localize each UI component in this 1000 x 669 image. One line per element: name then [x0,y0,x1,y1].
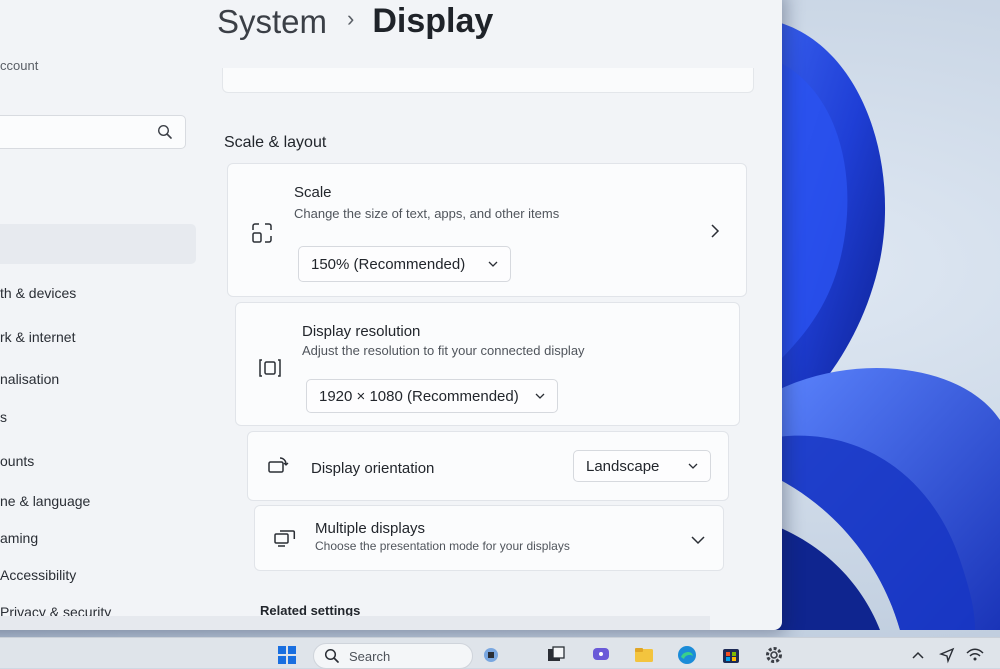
chevron-down-icon[interactable] [691,533,705,547]
orientation-title: Display orientation [311,460,435,477]
resolution-description: Adjust the resolution to fit your connec… [302,343,585,358]
chat-icon[interactable] [590,644,612,666]
page-title: Display [372,2,494,40]
search-icon [324,648,339,663]
breadcrumb-separator: › [347,5,355,31]
sidebar-item-system-selected[interactable] [0,224,196,264]
chevron-down-icon [488,261,498,267]
sidebar-item-bluetooth-devices[interactable]: th & devices [0,285,76,301]
orientation-icon [268,457,289,473]
resolution-dropdown-value: 1920 × 1080 (Recommended) [319,387,519,405]
sidebar-item-accounts[interactable]: ounts [0,453,34,469]
scale-icon [252,223,272,243]
resolution-icon [259,359,281,377]
sidebar-item-gaming[interactable]: aming [0,530,38,546]
wifi-icon[interactable] [965,644,985,666]
sidebar-item-network-internet[interactable]: rk & internet [0,329,75,345]
task-view-icon[interactable] [545,644,567,666]
chevron-right-icon[interactable] [708,224,722,238]
resolution-dropdown[interactable]: 1920 × 1080 (Recommended) [306,379,558,413]
multiple-displays-description: Choose the presentation mode for your di… [315,539,570,553]
brightness-card-partial [222,68,754,93]
sidebar-item-apps[interactable]: s [0,409,7,425]
sidebar-item-accessibility[interactable]: Accessibility [0,567,76,583]
chevron-down-icon [688,463,698,469]
resolution-card: Display resolution Adjust the resolution… [235,302,740,426]
orientation-card: Display orientation Landscape [247,431,729,501]
settings-search-input[interactable] [0,115,186,149]
orientation-dropdown[interactable]: Landscape [573,450,711,482]
edge-browser-icon[interactable] [676,644,698,666]
scale-description: Change the size of text, apps, and other… [294,206,560,221]
multiple-displays-title: Multiple displays [315,520,426,537]
search-icon [157,124,172,139]
settings-window: ccount th & devices rk & internet nalisa… [0,0,782,630]
settings-gear-icon[interactable] [763,644,785,666]
breadcrumb-system[interactable]: System [217,3,327,41]
scale-dropdown-value: 150% (Recommended) [311,255,466,273]
sidebar-item-personalisation[interactable]: nalisation [0,371,59,387]
taskbar-search[interactable]: Search [313,643,473,669]
section-title-scale-layout: Scale & layout [224,134,327,151]
breadcrumb: System › Display [217,2,493,41]
settings-sidebar: ccount th & devices rk & internet nalisa… [0,0,200,630]
window-bottom-edge [0,616,710,630]
account-link[interactable]: ccount [0,58,38,73]
taskbar: Search [0,637,1000,669]
orientation-dropdown-value: Landscape [586,457,660,475]
file-explorer-icon[interactable] [633,644,655,666]
taskbar-search-label: Search [349,649,391,664]
scale-card[interactable]: Scale Change the size of text, apps, and… [227,163,747,297]
sidebar-item-time-language[interactable]: ne & language [0,493,90,509]
windows-start-icon[interactable] [276,644,298,666]
location-icon [939,647,955,664]
chevron-up-icon[interactable] [910,644,926,666]
multiple-displays-card[interactable]: Multiple displays Choose the presentatio… [254,505,724,571]
widgets-icon[interactable] [480,644,502,666]
scale-dropdown[interactable]: 150% (Recommended) [298,246,511,282]
store-icon[interactable] [720,644,742,666]
multiple-displays-icon [274,530,296,547]
chevron-down-icon [535,393,545,399]
resolution-title: Display resolution [302,323,421,340]
scale-title: Scale [294,184,332,201]
